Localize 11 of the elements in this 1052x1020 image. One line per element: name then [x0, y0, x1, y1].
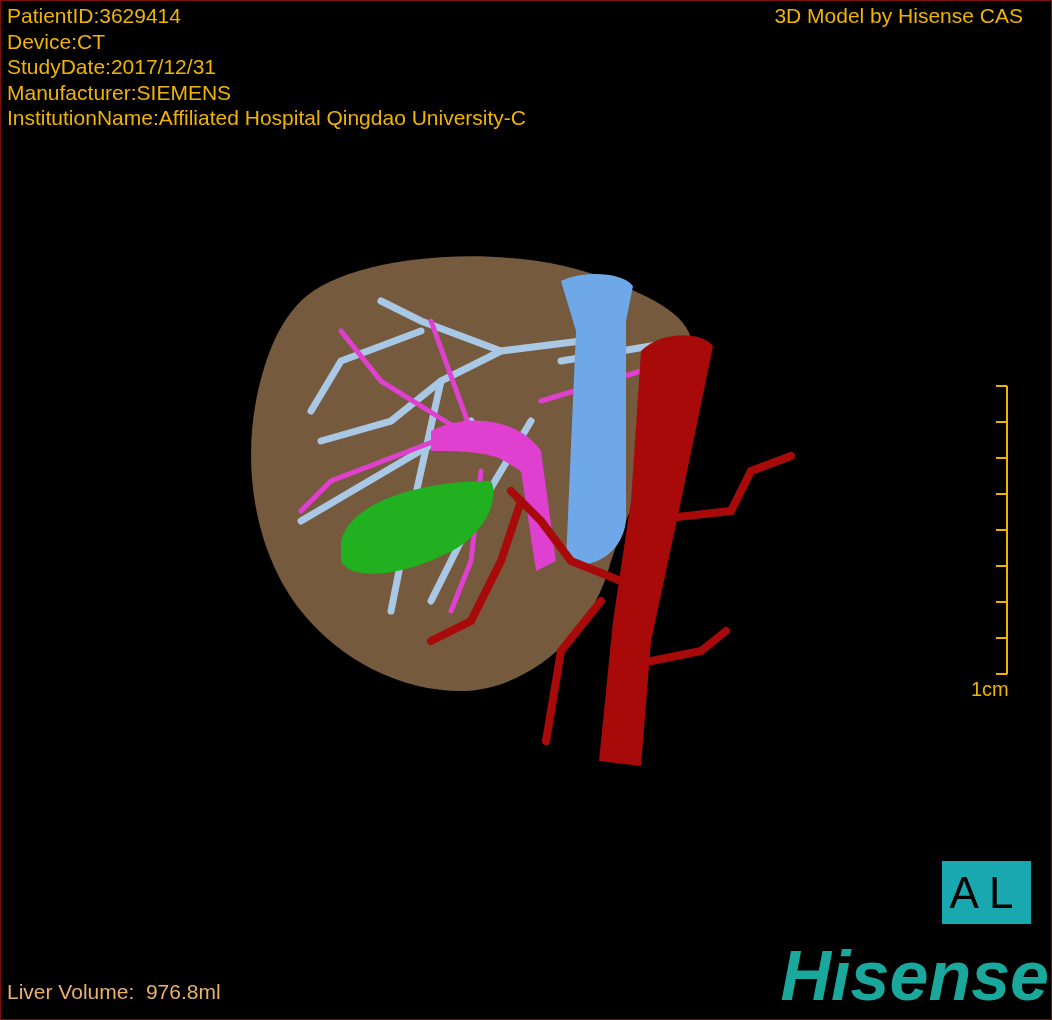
scale-label: 1cm	[971, 677, 1009, 701]
title-text: 3D Model by Hisense CAS	[774, 3, 1023, 29]
orientation-marker: AL	[942, 861, 1031, 924]
liver-volume-text: Liver Volume: 976.8ml	[7, 979, 221, 1005]
info-text: InstitutionName:Affiliated Hospital Qingdao University-C	[7, 105, 526, 131]
info-text: Device:CT	[7, 28, 107, 54]
brand-logo: Hisense	[780, 936, 1049, 1016]
info-text: StudyDate:2017/12/31	[7, 54, 217, 80]
info-text: Manufacturer:SIEMENS	[7, 79, 233, 105]
info-text: PatientID:3629414	[7, 3, 182, 29]
scale-bar-icon	[994, 385, 1009, 675]
